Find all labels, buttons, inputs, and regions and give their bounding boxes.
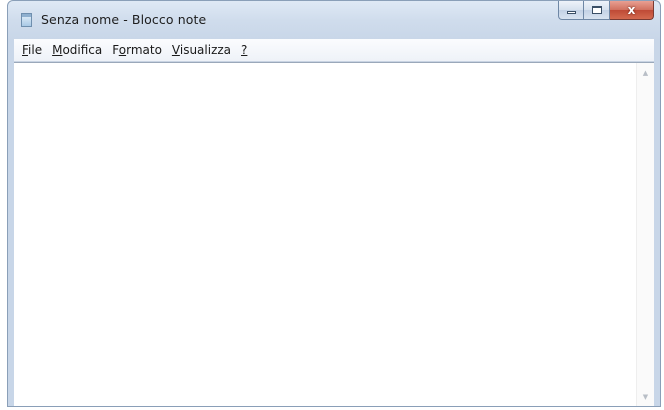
maximize-button[interactable] bbox=[584, 1, 610, 20]
vertical-scrollbar[interactable]: ▲ ▼ bbox=[636, 63, 654, 406]
title-bar[interactable]: Senza nome - Blocco note x bbox=[8, 1, 660, 39]
text-editor[interactable] bbox=[14, 63, 637, 406]
menu-file[interactable]: File bbox=[14, 40, 47, 60]
menu-modifica[interactable]: Modifica bbox=[47, 40, 107, 60]
notepad-icon[interactable] bbox=[21, 13, 32, 27]
edit-area: ▲ ▼ bbox=[14, 62, 654, 406]
minimize-icon bbox=[566, 11, 576, 14]
scroll-down-arrow-icon[interactable]: ▼ bbox=[637, 388, 654, 405]
close-icon: x bbox=[627, 3, 636, 17]
maximize-icon bbox=[591, 6, 602, 14]
scroll-up-arrow-icon[interactable]: ▲ bbox=[637, 64, 654, 81]
window-title: Senza nome - Blocco note bbox=[41, 12, 207, 27]
menu-bar: File Modifica Formato Visualizza ? bbox=[14, 39, 654, 62]
menu-help[interactable]: ? bbox=[236, 40, 252, 60]
notepad-window: Senza nome - Blocco note x File Modifica… bbox=[7, 0, 661, 407]
minimize-button[interactable] bbox=[558, 1, 584, 20]
menu-visualizza[interactable]: Visualizza bbox=[167, 40, 236, 60]
close-button[interactable]: x bbox=[610, 1, 654, 20]
menu-formato[interactable]: Formato bbox=[107, 40, 167, 60]
caption-buttons: x bbox=[558, 1, 654, 21]
